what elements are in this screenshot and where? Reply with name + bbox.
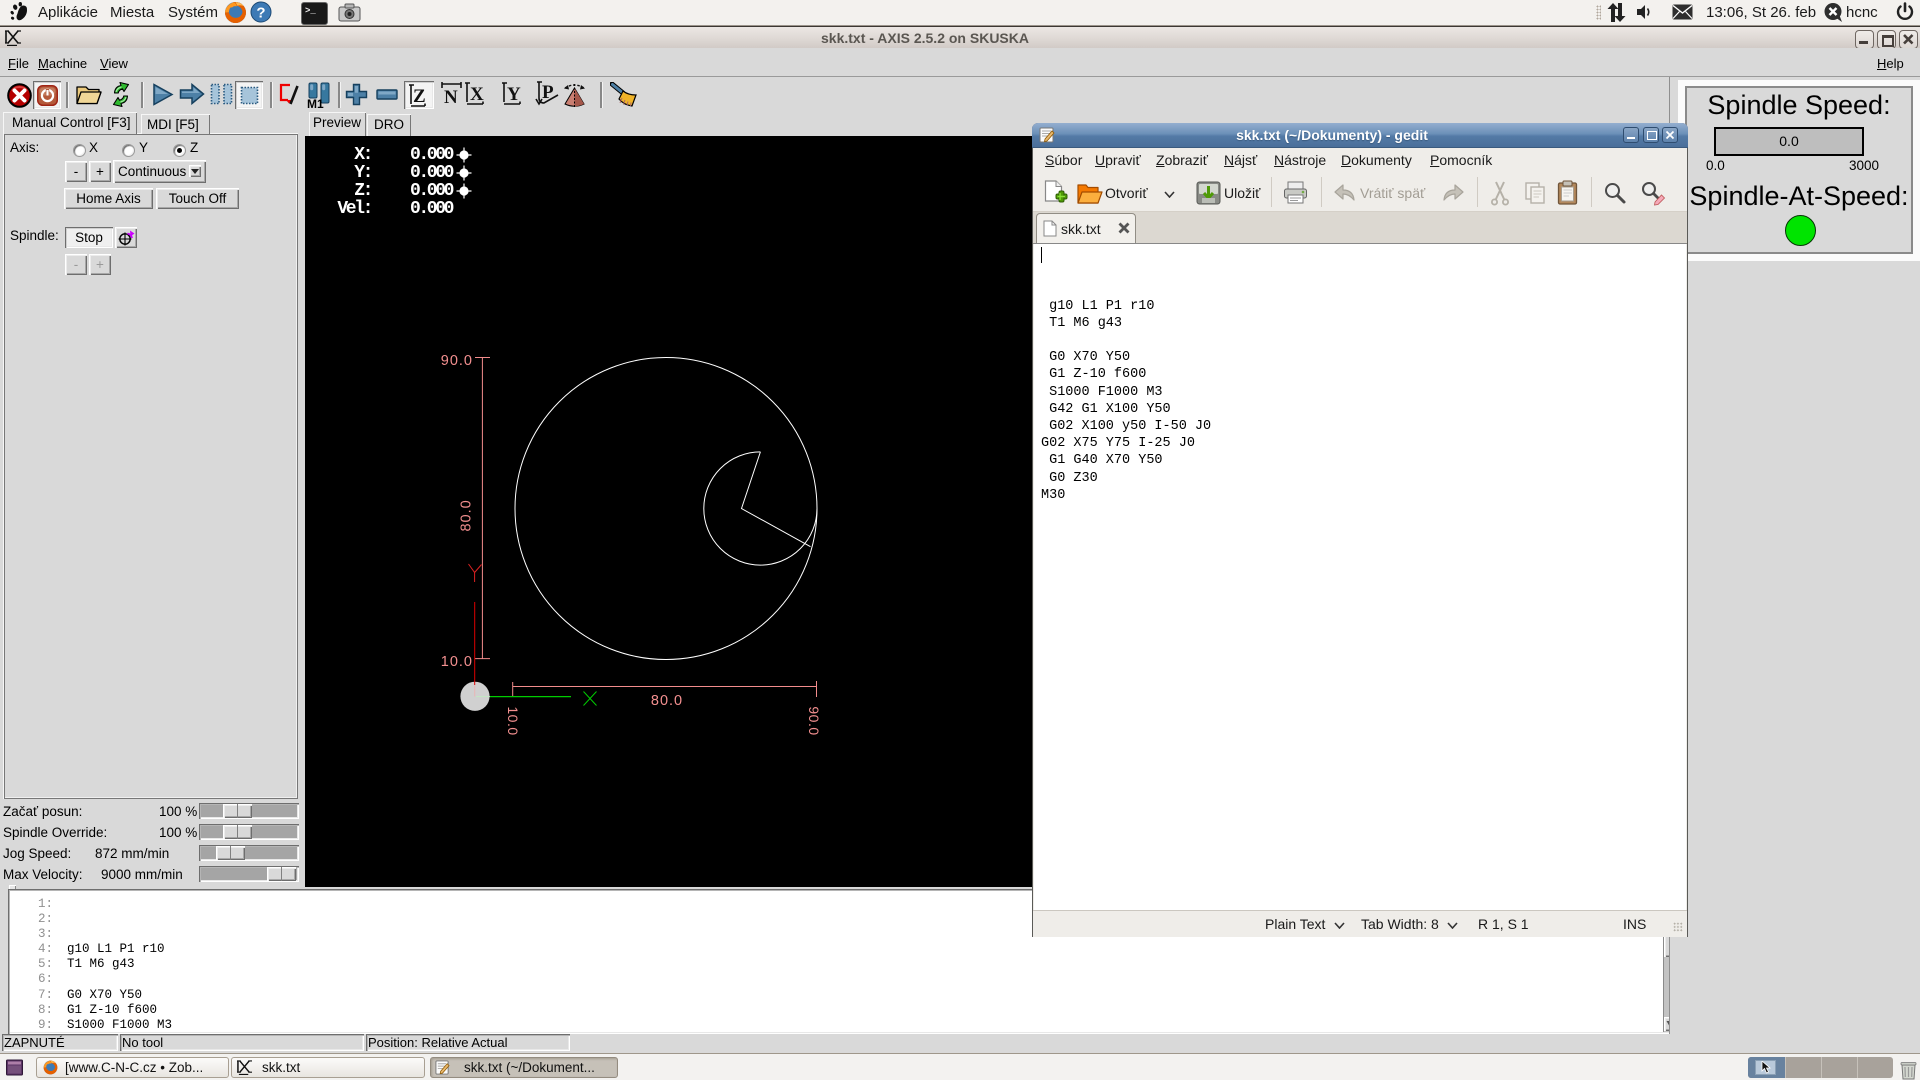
svg-text:90.0: 90.0: [806, 706, 822, 735]
svg-text:N: N: [444, 87, 458, 106]
svg-text:10.0: 10.0: [505, 706, 521, 735]
svg-text:Z: Z: [413, 86, 426, 107]
svg-text:10.0: 10.0: [441, 654, 473, 670]
svg-text:M1: M1: [307, 97, 324, 109]
svg-text:90.0: 90.0: [441, 353, 473, 369]
svg-text:80.0: 80.0: [651, 693, 683, 709]
svg-text:80.0: 80.0: [459, 499, 475, 531]
svg-text:?: ?: [256, 5, 265, 22]
svg-text:X: X: [470, 84, 484, 105]
svg-text:Y: Y: [507, 84, 521, 105]
